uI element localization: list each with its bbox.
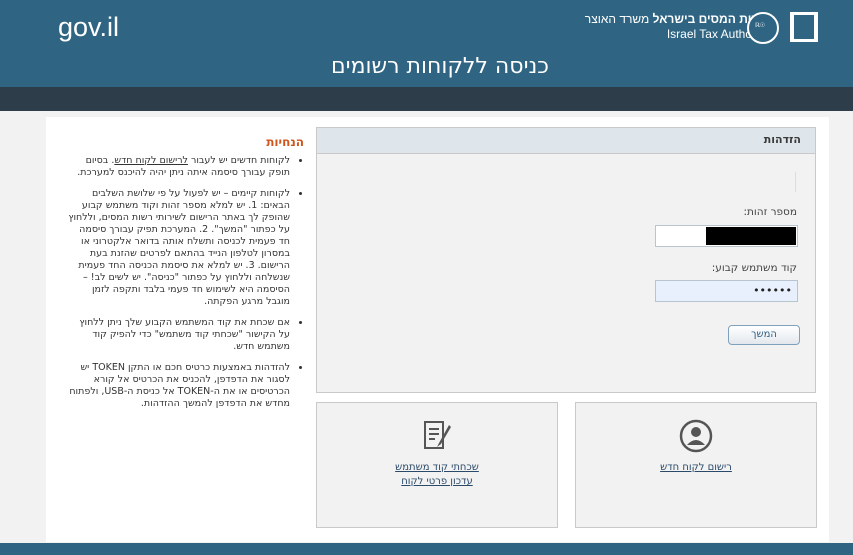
user-code-label: קוד משתמש קבוע: <box>711 262 797 274</box>
guideline-item: לקוחות קיימים – יש לפעול על פי שלושת השל… <box>66 188 290 308</box>
guidelines-title: הנחיות <box>266 135 304 149</box>
user-icon <box>576 419 816 457</box>
nav-bar <box>0 87 853 111</box>
update-customer-details-link[interactable]: עדכון פרטי לקוח <box>317 475 557 488</box>
login-panel: הזדהות מספר זהות: קוד משתמש קבוע: ••••••… <box>316 127 816 393</box>
guideline-item: אם שכחת את קוד המשתמש הקבוע שלך ניתן ללח… <box>66 317 290 353</box>
register-new-customer-link[interactable]: לרישום לקוח חדש <box>114 155 188 166</box>
id-number-label: מספר זהות: <box>743 206 797 218</box>
ministry-name-he: משרד האוצר <box>584 12 653 26</box>
divider <box>795 172 796 192</box>
authority-brand: רשות המסים בישראל משרד האוצר Israel Tax … <box>585 12 768 42</box>
register-new-customer-card-link[interactable]: רישום לקוח חדש <box>576 461 816 474</box>
redacted-value <box>706 227 796 245</box>
edit-document-icon <box>317 419 557 457</box>
login-panel-header: הזדהות <box>317 128 815 154</box>
login-heading: הזדהות <box>763 133 801 146</box>
user-code-input[interactable]: •••••• <box>655 280 798 302</box>
site-footer <box>0 543 853 555</box>
forgot-user-code-link[interactable]: שכחתי קוד משתמש <box>317 461 557 474</box>
state-emblem-icon <box>790 12 818 42</box>
page-title: כניסה ללקוחות רשומים <box>331 54 549 79</box>
guidelines-panel: הנחיות לקוחות חדשים יש לעבור לרישום לקוח… <box>66 135 304 419</box>
guideline-item: להזדהות באמצעות כרטיס חכם או התקן TOKEN … <box>66 362 290 410</box>
forgot-code-card[interactable]: שכחתי קוד משתמש עדכון פרטי לקוח <box>316 402 558 528</box>
id-number-input[interactable] <box>655 225 798 247</box>
register-card[interactable]: רישום לקוח חדש <box>575 402 817 528</box>
authority-name-en: Israel Tax Authority <box>666 27 768 41</box>
continue-button[interactable]: המשך <box>728 325 800 345</box>
guideline-item: לקוחות חדשים יש לעבור לרישום לקוח חדש. ב… <box>66 155 290 179</box>
tax-authority-logo-icon: ℝ☉ <box>747 12 779 44</box>
gov-il-logo[interactable]: gov.il <box>58 12 119 43</box>
